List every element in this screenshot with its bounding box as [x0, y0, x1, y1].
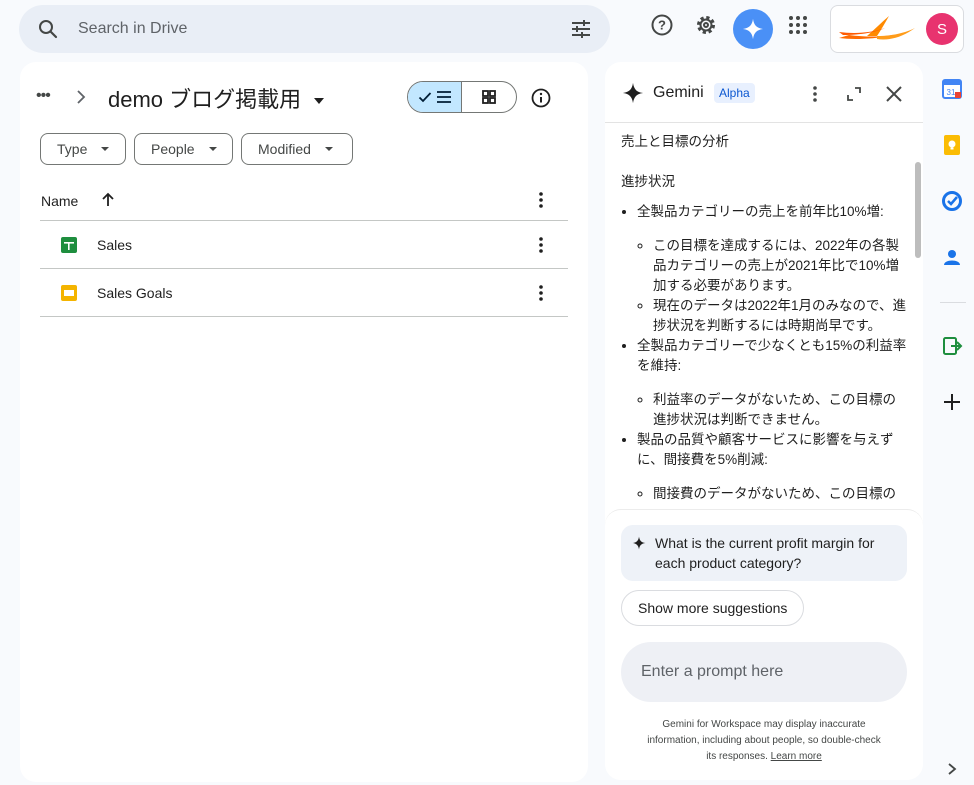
filter-modified-chip[interactable]: Modified — [241, 133, 353, 165]
prompt-input[interactable] — [621, 642, 907, 702]
view-toggle[interactable] — [407, 81, 517, 113]
slides-icon — [61, 285, 77, 301]
chevron-right-icon — [74, 89, 88, 105]
help-icon[interactable]: ? — [650, 13, 674, 37]
gemini-side-panel: Gemini Alpha 売上と目標の分析 進捗状況 全製品カテゴリーの売上を前… — [605, 62, 923, 780]
search-options-icon[interactable] — [569, 17, 593, 41]
filter-type-chip[interactable]: Type — [40, 133, 126, 165]
goal-point: 利益率のデータがないため、この目標の進捗状況は判断できません。 — [653, 390, 907, 430]
organization-logo — [837, 14, 917, 44]
caret-down-icon — [101, 147, 110, 151]
response-subheading: 進捗状況 — [621, 174, 675, 189]
caret-down-icon — [208, 147, 217, 151]
show-more-suggestions-button[interactable]: Show more suggestions — [621, 590, 805, 626]
gemini-input-area: What is the current profit margin for ea… — [605, 509, 923, 780]
search-bar[interactable] — [19, 5, 610, 53]
close-icon[interactable] — [885, 85, 903, 103]
gemini-response: 売上と目標の分析 進捗状況 全製品カテゴリーの売上を前年比10%増: この目標を… — [621, 132, 907, 508]
list-view-button[interactable] — [408, 82, 463, 112]
suggestion-chip[interactable]: What is the current profit margin for ea… — [621, 525, 907, 581]
suggestion-text: What is the current profit margin for ea… — [655, 535, 875, 571]
gemini-sparkle-icon — [622, 82, 644, 104]
svg-text:31: 31 — [947, 88, 956, 97]
contacts-icon[interactable] — [941, 246, 963, 268]
sheets-icon — [61, 237, 77, 253]
divider — [940, 302, 966, 303]
breadcrumb-more-button[interactable]: ••• — [36, 87, 51, 105]
column-name-header[interactable]: Name — [41, 193, 78, 209]
goal-point: この目標を達成するには、2022年の各製品カテゴリーの売上が2021年比で10%… — [653, 236, 907, 296]
more-vert-icon[interactable] — [534, 283, 548, 303]
alpha-badge: Alpha — [714, 83, 755, 103]
chevron-right-icon[interactable] — [946, 762, 958, 776]
scrollbar[interactable] — [915, 162, 921, 258]
goal-item: 製品の品質や顧客サービスに影響を与えずに、間接費を5%削減: 間接費のデータがな… — [637, 430, 907, 504]
more-vert-icon[interactable] — [534, 235, 548, 255]
expand-icon[interactable] — [846, 86, 862, 102]
goal-point: 現在のデータは2022年1月のみなので、進捗状況を判断するには時期尚早です。 — [653, 296, 907, 336]
settings-gear-icon[interactable] — [694, 13, 718, 37]
search-icon[interactable] — [36, 17, 60, 41]
account-avatar[interactable]: S — [926, 13, 958, 45]
info-icon[interactable] — [530, 87, 552, 109]
disclaimer: Gemini for Workspace may display inaccur… — [647, 719, 881, 762]
response-heading: 売上と目標の分析 — [621, 134, 729, 149]
file-row[interactable]: Sales Goals — [40, 269, 568, 317]
goal-item: 全製品カテゴリーで少なくとも15%の利益率を維持: 利益率のデータがないため、こ… — [637, 336, 907, 430]
grid-view-button[interactable] — [462, 82, 516, 112]
list-icon — [436, 90, 452, 104]
keep-icon[interactable] — [941, 134, 963, 156]
file-name: Sales Goals — [97, 285, 173, 301]
gemini-button[interactable] — [733, 9, 773, 49]
file-row[interactable]: Sales — [40, 221, 568, 269]
gemini-title: Gemini — [653, 84, 704, 101]
more-vert-icon[interactable] — [808, 84, 822, 104]
more-vert-icon[interactable] — [534, 190, 548, 210]
check-icon — [418, 90, 432, 104]
drive-main-panel: ••• demo ブログ掲載用 Type People Modified Nam… — [20, 62, 588, 782]
goal-point: 間接費のデータがないため、この目標の — [653, 484, 907, 504]
learn-more-link[interactable]: Learn more — [771, 751, 822, 762]
folder-title: demo ブログ掲載用 — [108, 87, 302, 112]
folder-title-dropdown[interactable]: demo ブログ掲載用 — [108, 82, 325, 114]
goal-item: 全製品カテゴリーの売上を前年比10%増: この目標を達成するには、2022年の各… — [637, 202, 907, 336]
gemini-sparkle-icon — [742, 18, 764, 40]
apps-grid-icon[interactable] — [786, 13, 810, 37]
calendar-icon[interactable]: 31 — [941, 78, 963, 100]
grid-icon — [481, 89, 497, 105]
add-on-icon[interactable] — [941, 335, 963, 357]
add-icon[interactable] — [941, 391, 963, 413]
filter-people-chip[interactable]: People — [134, 133, 233, 165]
sort-arrow-up-icon[interactable] — [100, 192, 116, 208]
gemini-sparkle-icon — [632, 536, 646, 550]
caret-down-icon — [324, 147, 333, 151]
file-name: Sales — [97, 237, 133, 253]
search-input[interactable] — [76, 17, 556, 41]
divider — [605, 122, 923, 123]
gemini-panel-header: Gemini Alpha — [605, 62, 923, 122]
divider — [40, 316, 568, 317]
tasks-icon[interactable] — [941, 190, 963, 212]
svg-text:?: ? — [658, 18, 666, 33]
caret-down-icon — [313, 97, 325, 105]
